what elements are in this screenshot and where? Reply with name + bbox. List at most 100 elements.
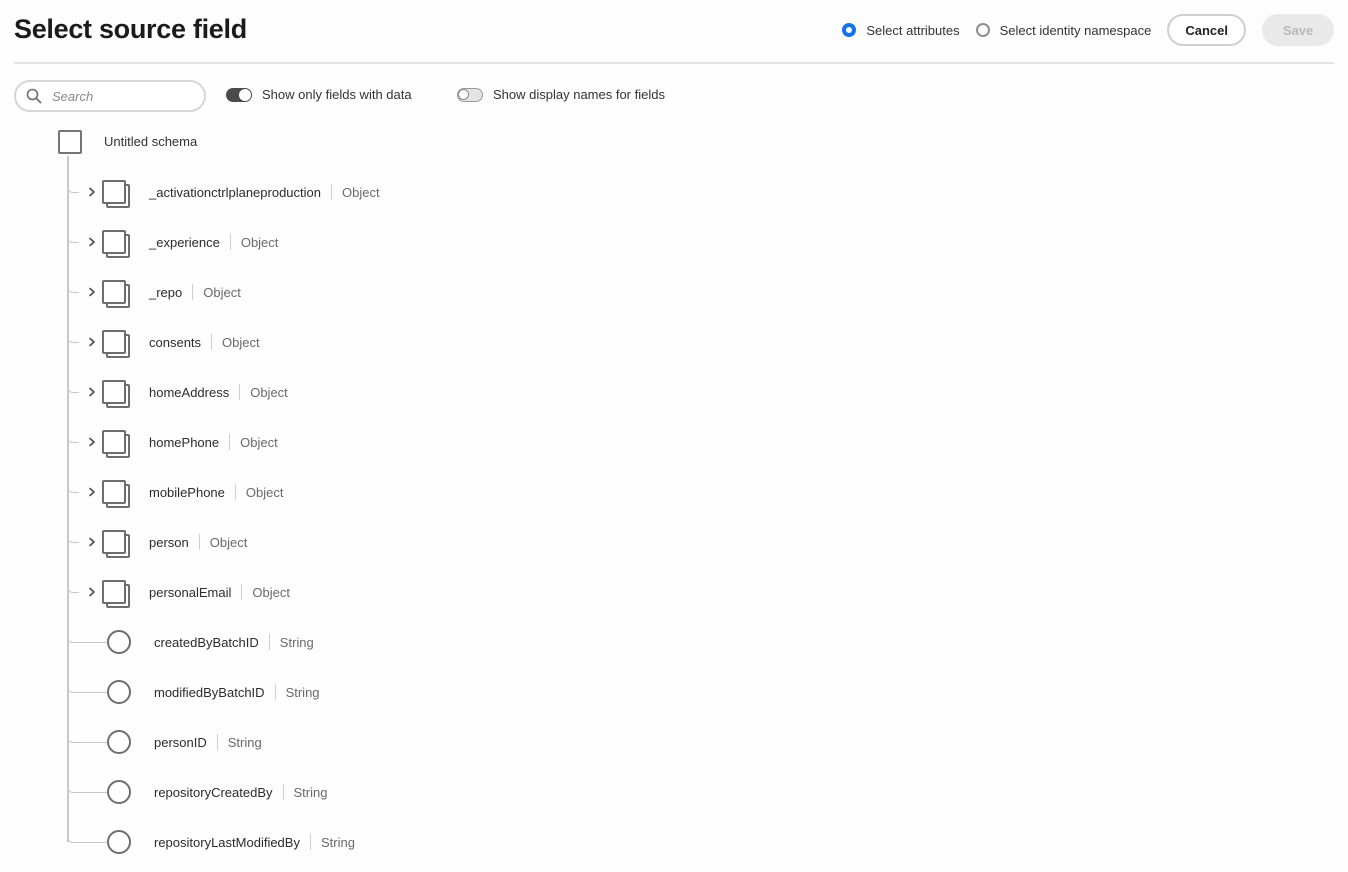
field-name: modifiedByBatchID: [154, 684, 265, 700]
field-name: _experience: [149, 234, 220, 250]
tree-field-node[interactable]: repositoryCreatedBy String: [67, 777, 667, 809]
field-name: person: [149, 534, 189, 550]
field-name: personalEmail: [149, 584, 232, 600]
chevron-right-icon[interactable]: [86, 236, 98, 248]
field-type: Object: [342, 184, 380, 200]
field-radio[interactable]: [107, 730, 131, 754]
tree-branch-line: [67, 635, 107, 643]
radio-select-attributes-label: Select attributes: [866, 22, 960, 38]
chevron-right-icon[interactable]: [86, 336, 98, 348]
chevron-right-icon[interactable]: [86, 386, 98, 398]
tree-branch-line: [67, 835, 107, 843]
field-type: Object: [209, 534, 248, 550]
field-type: Object: [222, 334, 260, 350]
toggle-switch-off[interactable]: [457, 87, 483, 102]
field-type: Object: [245, 484, 284, 500]
tree-field-node[interactable]: modifiedByBatchID String: [67, 677, 667, 709]
chevron-right-icon[interactable]: [86, 586, 98, 598]
object-checkbox[interactable]: [102, 430, 132, 460]
field-name: mobilePhone: [149, 484, 225, 500]
field-name: createdByBatchID: [154, 634, 259, 650]
field-type: Object: [240, 434, 278, 450]
tree-object-node[interactable]: personalEmail Object: [67, 577, 667, 609]
cancel-button[interactable]: Cancel: [1167, 14, 1246, 46]
radio-select-attributes[interactable]: Select attributes: [842, 22, 960, 38]
tree-object-node[interactable]: _repo Object: [67, 277, 667, 309]
tree-object-node[interactable]: mobilePhone Object: [67, 477, 667, 509]
field-type: String: [227, 734, 262, 750]
root-schema-label: Untitled schema: [104, 134, 198, 149]
field-type: String: [293, 784, 328, 800]
separator: [211, 334, 213, 350]
field-name: repositoryCreatedBy: [154, 784, 273, 800]
tree-object-node[interactable]: consents Object: [67, 327, 667, 359]
field-type: Object: [240, 234, 279, 250]
tree-branch-line: [67, 235, 79, 243]
tree-field-node[interactable]: createdByBatchID String: [67, 627, 667, 659]
separator: [198, 534, 200, 550]
tree-branch-line: [67, 385, 79, 393]
separator: [216, 734, 218, 750]
chevron-right-icon[interactable]: [86, 286, 98, 298]
object-checkbox[interactable]: [102, 280, 132, 310]
separator: [274, 684, 276, 700]
tree-field-node[interactable]: repositoryLastModifiedBy String: [67, 827, 667, 859]
object-checkbox[interactable]: [102, 530, 132, 560]
field-name: _activationctrlplaneproduction: [149, 184, 321, 200]
field-radio[interactable]: [107, 780, 131, 804]
separator: [309, 834, 311, 850]
object-checkbox[interactable]: [102, 580, 132, 610]
field-name: _repo: [149, 284, 183, 300]
tree-object-node[interactable]: _experience Object: [67, 227, 667, 259]
toggle-show-only-fields-with-data[interactable]: Show only fields with data: [226, 87, 412, 102]
radio-select-identity-namespace[interactable]: Select identity namespace: [975, 23, 1151, 38]
separator: [229, 434, 231, 450]
field-radio[interactable]: [107, 630, 131, 654]
tree-branch-line: [67, 435, 79, 443]
field-name: homeAddress: [149, 384, 230, 400]
tree-branch-line: [67, 285, 79, 293]
chevron-right-icon[interactable]: [86, 536, 98, 548]
object-checkbox[interactable]: [102, 380, 132, 410]
tree-branch-line: [67, 335, 79, 343]
tree-object-node[interactable]: homePhone Object: [67, 427, 667, 459]
chevron-right-icon[interactable]: [86, 186, 98, 198]
field-type: Object: [250, 384, 288, 400]
tree-branch-line: [67, 535, 79, 543]
separator: [239, 384, 241, 400]
object-checkbox[interactable]: [102, 180, 132, 210]
tree-branch-line: [67, 735, 107, 743]
page-title: Select source field: [14, 14, 247, 44]
field-type: String: [320, 834, 355, 850]
field-name: homePhone: [149, 434, 220, 450]
tree-field-node[interactable]: personID String: [67, 727, 667, 759]
separator: [234, 484, 236, 500]
tree-branch-line: [67, 185, 79, 193]
object-checkbox[interactable]: [102, 480, 132, 510]
schema-tree: Untitled schema _activationctrlplaneprod…: [0, 0, 1348, 872]
object-checkbox[interactable]: [102, 330, 132, 360]
field-radio[interactable]: [107, 830, 131, 854]
separator: [192, 284, 194, 300]
object-checkbox[interactable]: [102, 230, 132, 260]
chevron-right-icon[interactable]: [86, 486, 98, 498]
toggle-show-only-fields-with-data-label: Show only fields with data: [262, 87, 412, 102]
field-radio[interactable]: [107, 680, 131, 704]
field-type: Object: [252, 584, 290, 600]
root-checkbox[interactable]: [58, 130, 82, 154]
toggle-show-display-names[interactable]: Show display names for fields: [457, 87, 665, 102]
toggle-switch-on[interactable]: [226, 87, 252, 102]
field-type: String: [279, 634, 314, 650]
separator: [331, 184, 332, 200]
search-field[interactable]: [14, 80, 206, 112]
field-name: repositoryLastModifiedBy: [154, 834, 300, 850]
chevron-right-icon[interactable]: [86, 436, 98, 448]
tree-object-node[interactable]: homeAddress Object: [67, 377, 667, 409]
separator: [241, 584, 243, 600]
header-divider: [14, 62, 1334, 64]
save-button[interactable]: Save: [1262, 14, 1334, 46]
search-icon: [26, 88, 42, 104]
tree-object-node[interactable]: _activationctrlplaneproduction Object: [67, 177, 667, 209]
search-input[interactable]: [52, 88, 192, 104]
tree-object-node[interactable]: person Object: [67, 527, 667, 559]
